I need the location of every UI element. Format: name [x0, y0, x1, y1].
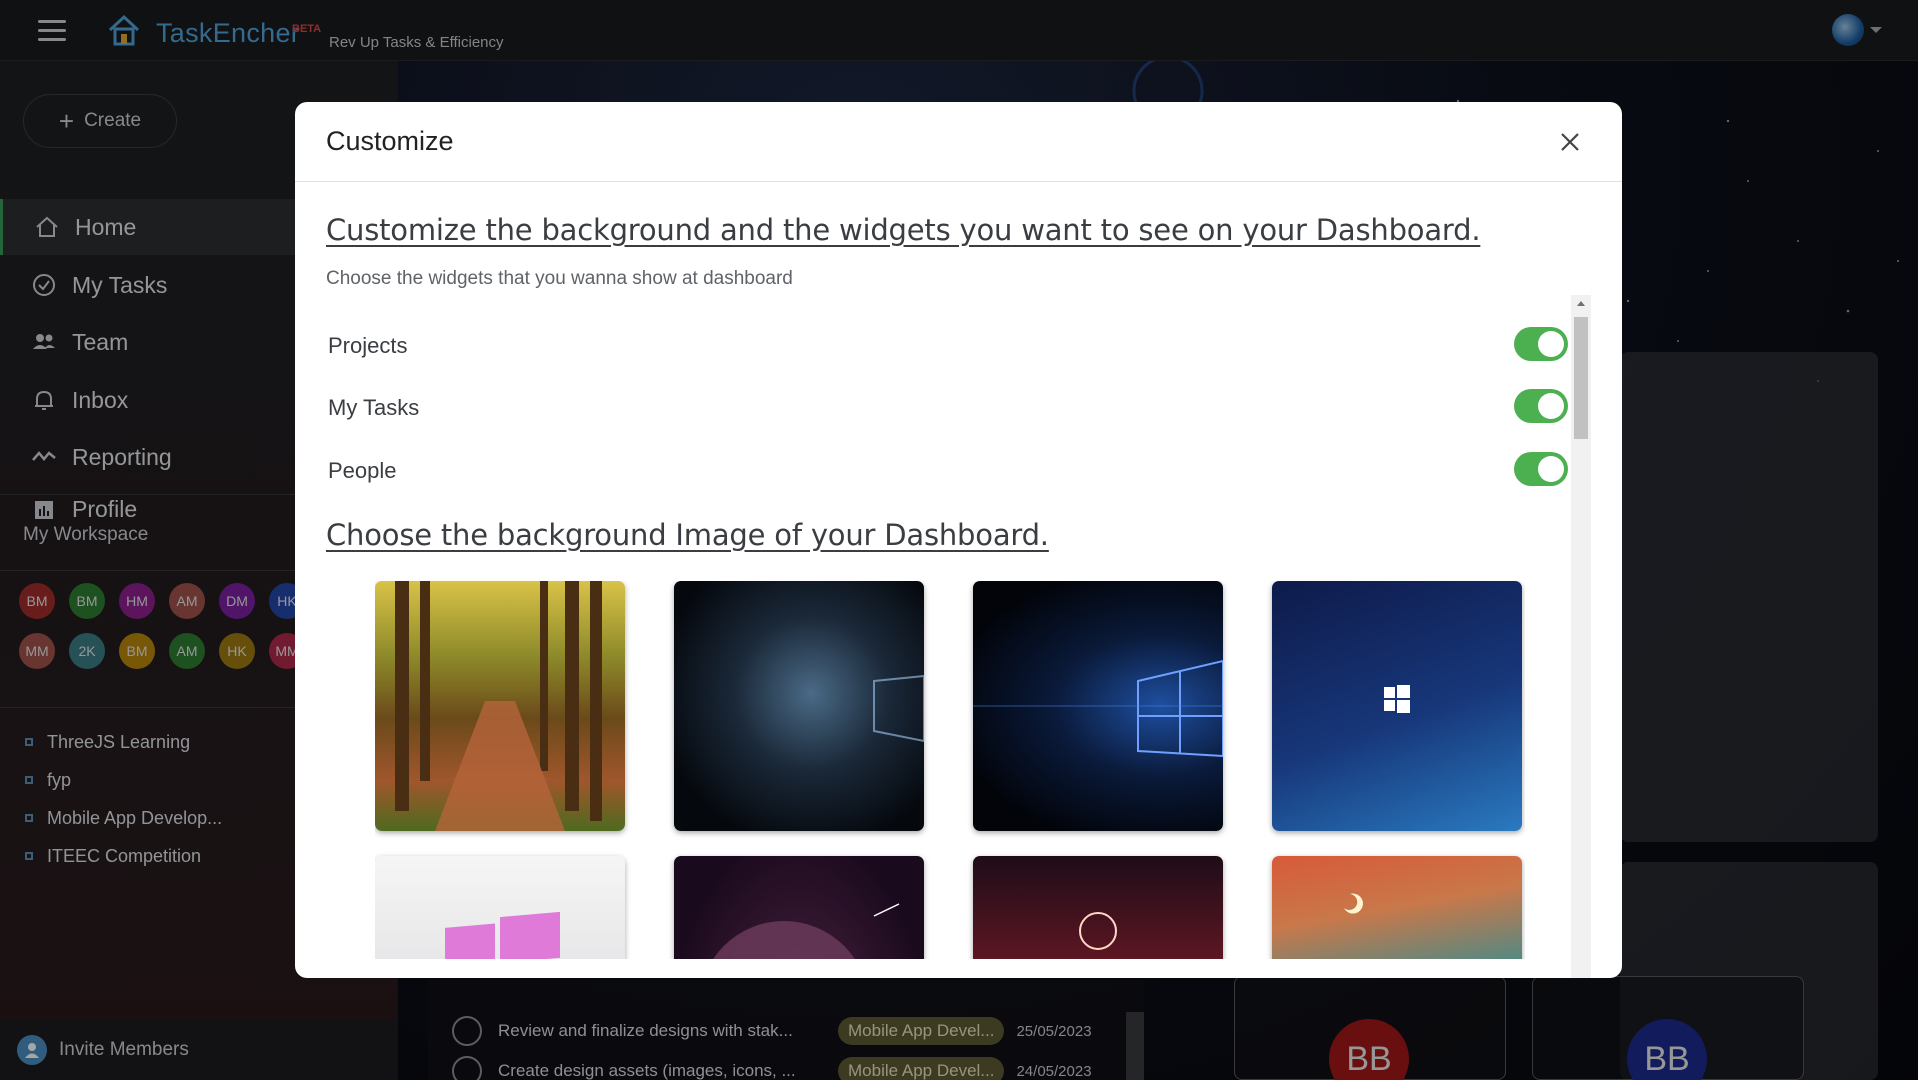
background-thumb-windows-dark-aurora[interactable]: [674, 581, 924, 831]
scroll-thumb[interactable]: [1574, 317, 1588, 439]
widget-label: My Tasks: [328, 395, 420, 420]
widgets-subtext: Choose the widgets that you wanna show a…: [326, 268, 793, 289]
modal-scrollbar[interactable]: [1571, 295, 1591, 978]
customize-modal: Customize Customize the background and t…: [295, 102, 1622, 978]
close-icon[interactable]: [1558, 130, 1582, 154]
background-thumb-red-sunset-sky[interactable]: [973, 856, 1223, 959]
background-image-grid: [375, 581, 1525, 959]
my-tasks-toggle[interactable]: [1514, 389, 1568, 423]
people-toggle[interactable]: [1514, 452, 1568, 486]
widgets-heading: Customize the background and the widgets…: [326, 213, 1481, 247]
background-thumb-windows-light-beam[interactable]: [973, 581, 1223, 831]
scroll-up-arrow-icon[interactable]: [1577, 301, 1585, 306]
projects-toggle[interactable]: [1514, 327, 1568, 361]
modal-body: Customize the background and the widgets…: [295, 183, 1622, 978]
widget-toggle-row-projects: Projects: [328, 325, 1568, 365]
toggle-knob: [1538, 393, 1564, 419]
background-thumb-windows-blue[interactable]: [1272, 581, 1522, 831]
background-thumb-purple-planet[interactable]: [674, 856, 924, 959]
toggle-knob: [1538, 456, 1564, 482]
background-thumb-forest-path[interactable]: [375, 581, 625, 831]
modal-header: Customize: [295, 102, 1622, 182]
widget-toggle-row-my-tasks: My Tasks: [328, 387, 1568, 427]
widget-label: Projects: [328, 333, 408, 358]
widget-label: People: [328, 458, 397, 483]
background-heading: Choose the background Image of your Dash…: [326, 518, 1049, 552]
widget-toggle-row-people: People: [328, 450, 1568, 490]
background-thumb-anime-sunset-sky[interactable]: [1272, 856, 1522, 959]
toggle-knob: [1538, 331, 1564, 357]
background-thumb-pink-windows-logo[interactable]: [375, 856, 625, 959]
modal-title: Customize: [326, 126, 454, 156]
